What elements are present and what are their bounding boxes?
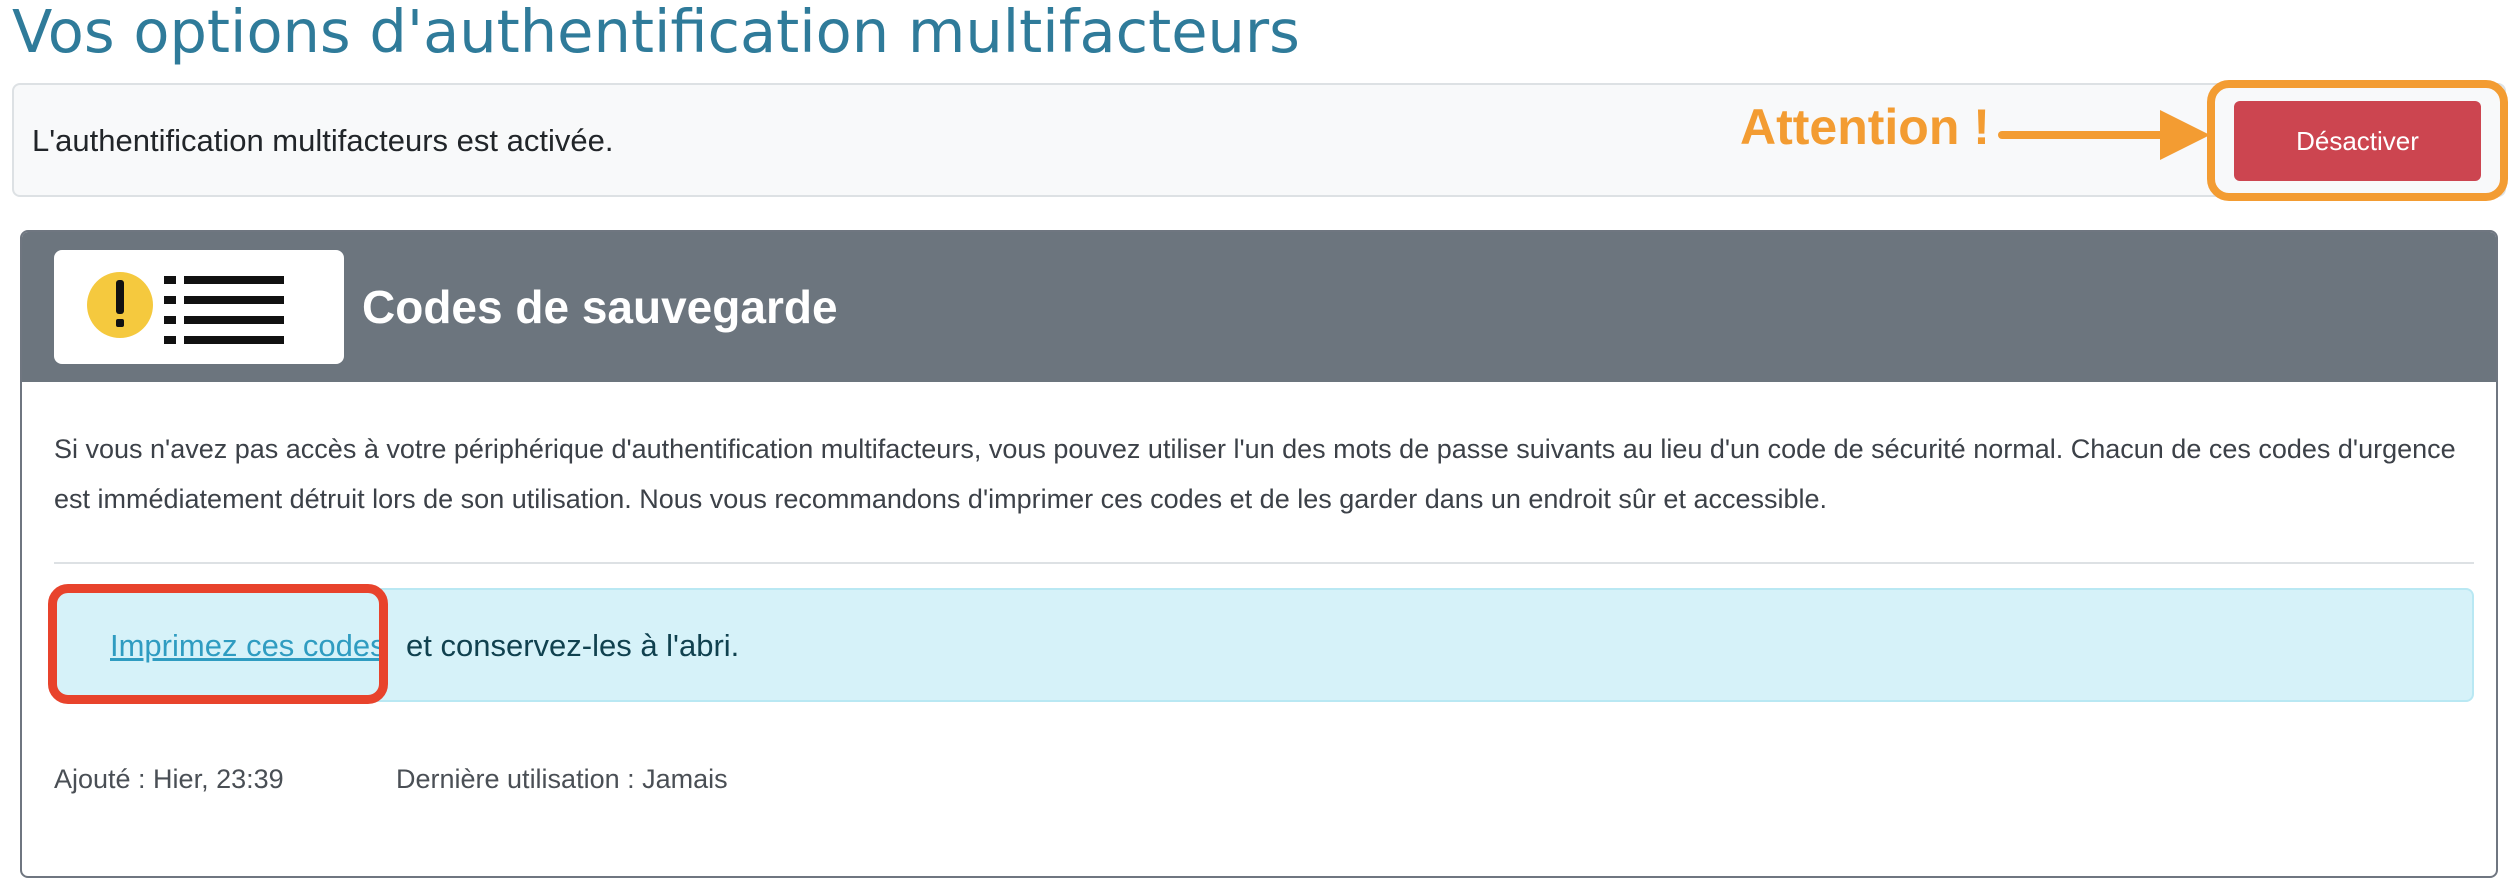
backup-codes-icon-box (54, 250, 344, 364)
disable-mfa-button[interactable]: Désactiver (2234, 101, 2481, 181)
page-title: Vos options d'authentification multifact… (12, 0, 1300, 66)
print-link-highlight (48, 584, 388, 704)
card-title: Codes de sauvegarde (362, 281, 838, 333)
last-used: Dernière utilisation : Jamais (396, 764, 728, 794)
backup-codes-description: Si vous n'avez pas accès à votre périphé… (54, 434, 2456, 514)
divider (54, 562, 2474, 564)
added-date: Ajouté : Hier, 23:39 (54, 764, 284, 794)
print-codes-suffix: et conservez-les à l'abri. (406, 628, 740, 663)
mfa-status-text: L'authentification multifacteurs est act… (32, 123, 614, 158)
card-header: Codes de sauvegarde (22, 232, 2496, 382)
list-icon (164, 276, 284, 344)
print-codes-info-box: Imprimez ces codes et conservez-les à l'… (54, 588, 2474, 702)
attention-annotation: Attention ! (1740, 99, 1990, 155)
mfa-status-bar: L'authentification multifacteurs est act… (12, 83, 2506, 197)
backup-codes-card: Codes de sauvegarde Si vous n'avez pas a… (20, 230, 2498, 878)
warning-icon (87, 272, 284, 344)
